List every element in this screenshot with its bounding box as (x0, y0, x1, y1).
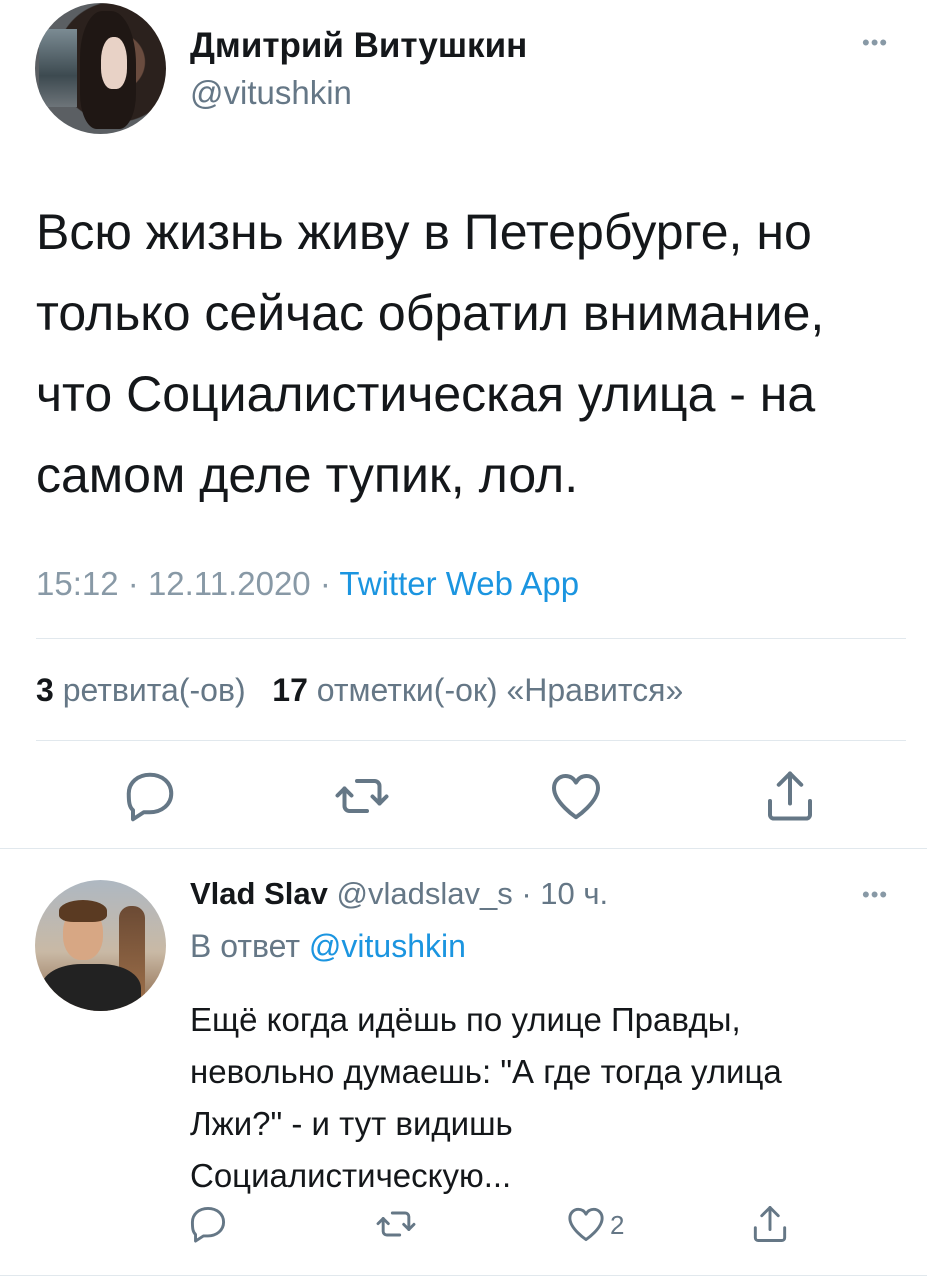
retweet-icon[interactable] (332, 766, 392, 826)
author-avatar[interactable] (35, 3, 166, 134)
like-icon[interactable] (564, 1202, 608, 1246)
share-icon[interactable] (760, 766, 820, 826)
tweet-source-app[interactable]: Twitter Web App (339, 565, 579, 602)
reply-text-line: Ещё когда идёшь по улице Правды, (190, 1001, 741, 1038)
section-divider (0, 848, 927, 849)
tweet-time[interactable]: 15:12 (36, 565, 119, 602)
avatar-background (39, 29, 77, 107)
divider (36, 740, 906, 741)
likes-stat[interactable]: 17 отметки(-ок) «Нравится» (272, 672, 683, 708)
author-name[interactable]: Дмитрий Витушкин (190, 26, 527, 66)
reply-text: Ещё когда идёшь по улице Правды, невольн… (190, 994, 910, 1202)
tweet-text-line: Всю жизнь живу в Петербурге, но (36, 204, 812, 260)
meta-separator: · (319, 565, 331, 602)
reply-icon[interactable] (120, 766, 180, 826)
tweet-text: Всю жизнь живу в Петербурге, но только с… (36, 192, 906, 516)
retweets-count: 3 (36, 672, 54, 708)
meta-separator: · (521, 876, 532, 911)
author-handle[interactable]: @vitushkin (190, 74, 352, 112)
bottom-divider (0, 1275, 927, 1276)
tweet-date[interactable]: 12.11.2020 (148, 565, 311, 602)
reply-author-handle[interactable]: @vladslav_s (336, 876, 512, 911)
more-options-icon[interactable]: ••• (862, 30, 888, 56)
reply-author-avatar[interactable] (35, 880, 166, 1011)
like-icon[interactable] (546, 766, 606, 826)
tweet-text-line: самом деле тупик, лол. (36, 447, 579, 503)
reply-author-name[interactable]: Vlad Slav (190, 876, 328, 911)
avatar-face (101, 37, 127, 89)
reply-like-count[interactable]: 2 (610, 1210, 624, 1241)
share-icon[interactable] (748, 1202, 792, 1246)
reply-to-line: В ответ @vitushkin (190, 928, 466, 965)
retweet-icon[interactable] (374, 1202, 418, 1246)
avatar-hair (59, 900, 107, 922)
reply-text-line: Лжи?" - и тут видишь (190, 1105, 513, 1142)
reply-text-line: Социалистическую... (190, 1157, 512, 1194)
reply-header: Vlad Slav @vladslav_s · 10 ч. (190, 876, 608, 912)
tweet-meta: 15:12 · 12.11.2020 · Twitter Web App (36, 565, 579, 603)
avatar-body (41, 964, 141, 1011)
meta-separator: · (127, 565, 139, 602)
likes-label: отметки(-ок) «Нравится» (316, 672, 684, 708)
reply-icon[interactable] (186, 1202, 230, 1246)
tweet-stats: 3 ретвита(-ов) 17 отметки(-ок) «Нравится… (36, 672, 683, 709)
tweet-text-line: что Социалистическая улица - на (36, 366, 816, 422)
reply-time[interactable]: 10 ч. (540, 876, 608, 911)
reply-to-mention[interactable]: @vitushkin (309, 928, 466, 964)
tweet-text-line: только сейчас обратил внимание, (36, 285, 825, 341)
divider (36, 638, 906, 639)
reply-text-line: невольно думаешь: "А где тогда улица (190, 1053, 782, 1090)
retweets-label: ретвита(-ов) (62, 672, 246, 708)
retweets-stat[interactable]: 3 ретвита(-ов) (36, 672, 246, 708)
reply-to-prefix: В ответ (190, 928, 301, 964)
more-options-icon[interactable]: ••• (862, 882, 888, 908)
likes-count: 17 (272, 672, 308, 708)
